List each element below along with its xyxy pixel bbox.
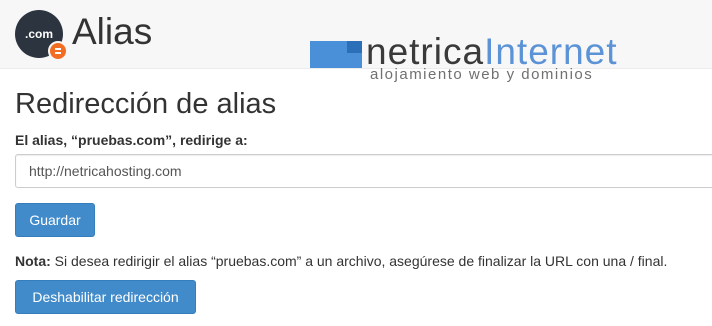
domain-icon-text: .com <box>24 27 53 41</box>
page-title: Redirección de alias <box>15 88 277 120</box>
note-label: Nota: <box>15 253 51 269</box>
save-button[interactable]: Guardar <box>15 203 95 237</box>
disable-redirect-button[interactable]: Deshabilitar redirección <box>15 280 196 314</box>
app-title: Alias <box>72 11 153 52</box>
redirect-badge-icon <box>48 41 68 61</box>
note: Nota: Si desea redirigir el alias “prueb… <box>15 253 667 269</box>
redirect-url-input[interactable] <box>15 154 712 188</box>
brand-tagline: alojamiento web y dominios <box>370 66 594 83</box>
domain-com-icon: .com <box>15 10 68 61</box>
logo-bar-accent <box>347 41 362 53</box>
redirect-field-label: El alias, “pruebas.com”, redirige a: <box>15 132 248 148</box>
brand-logo: netricaInternet alojamiento web y domini… <box>310 31 650 87</box>
note-text: Si desea redirigir el alias “pruebas.com… <box>50 253 668 269</box>
